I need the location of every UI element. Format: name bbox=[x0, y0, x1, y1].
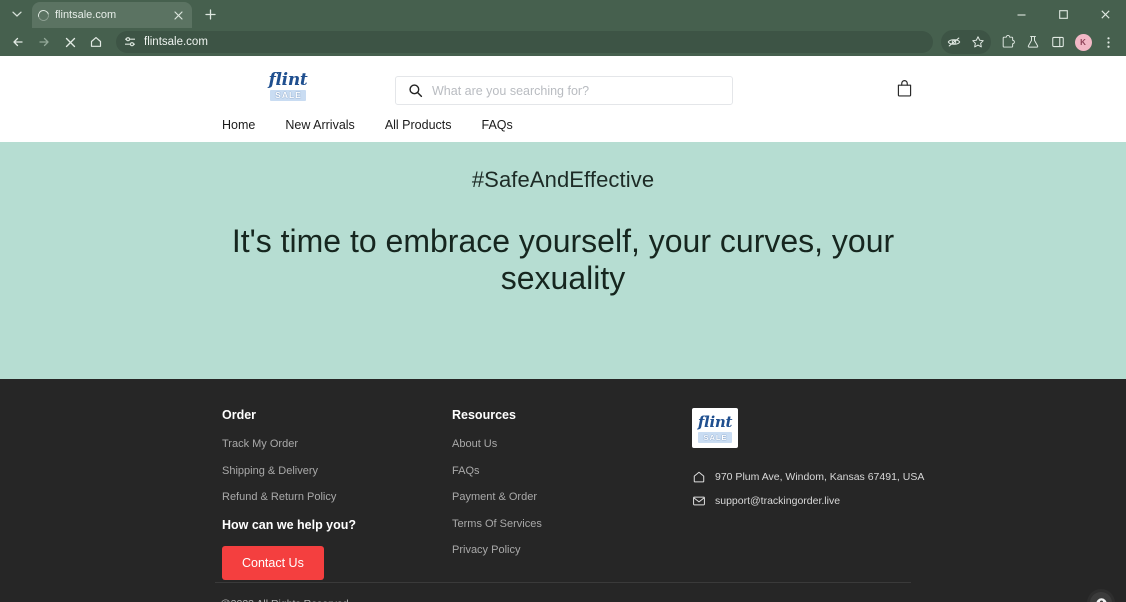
site-logo[interactable]: flint SALE bbox=[268, 72, 308, 101]
hero-tagline: #SafeAndEffective bbox=[471, 167, 655, 192]
tab-search-button[interactable] bbox=[4, 2, 30, 26]
footer-copyright: @2023 All Rights Reserved bbox=[220, 598, 349, 602]
footer-help-title: How can we help you? bbox=[222, 518, 357, 532]
logo-badge: SALE bbox=[270, 90, 306, 101]
window-controls bbox=[1000, 0, 1126, 28]
side-panel-icon[interactable] bbox=[1046, 30, 1070, 54]
window-close-icon[interactable] bbox=[1084, 0, 1126, 28]
chrome-menu-icon[interactable] bbox=[1096, 30, 1120, 54]
footer-email[interactable]: support@trackingorder.live bbox=[715, 495, 840, 507]
extensions-icon[interactable] bbox=[996, 30, 1020, 54]
footer-divider bbox=[215, 582, 911, 583]
page-content: flint SALE What are you searching for? H… bbox=[0, 56, 1126, 602]
shopping-bag-icon[interactable] bbox=[895, 79, 914, 98]
profile-avatar[interactable]: K bbox=[1071, 30, 1095, 54]
site-nav: Home New Arrivals All Products FAQs bbox=[0, 118, 1126, 142]
stop-loading-icon[interactable] bbox=[58, 30, 82, 54]
new-tab-button[interactable] bbox=[198, 2, 222, 26]
footer-logo[interactable]: flint SALE bbox=[692, 408, 738, 448]
browser-tab[interactable]: flintsale.com bbox=[32, 2, 192, 28]
chat-widget-icon[interactable] bbox=[1090, 592, 1112, 602]
nav-link-home[interactable]: Home bbox=[222, 118, 255, 132]
forward-arrow-icon[interactable] bbox=[32, 30, 56, 54]
browser-toolbar: flintsale.com K bbox=[0, 28, 1126, 56]
footer-logo-wordmark: flint bbox=[697, 413, 733, 431]
address-bar[interactable]: flintsale.com bbox=[116, 31, 933, 53]
envelope-icon bbox=[692, 494, 706, 508]
bookmark-star-icon[interactable] bbox=[966, 30, 990, 54]
footer-link-track-my-order[interactable]: Track My Order bbox=[222, 438, 452, 450]
url-text: flintsale.com bbox=[144, 36, 208, 48]
site-header: flint SALE What are you searching for? H… bbox=[0, 56, 1126, 142]
footer-link-faqs[interactable]: FAQs bbox=[452, 465, 692, 477]
avatar-initial: K bbox=[1074, 33, 1092, 51]
search-icon bbox=[408, 83, 423, 98]
tab-strip: flintsale.com bbox=[0, 0, 1126, 28]
footer-link-payment-order[interactable]: Payment & Order bbox=[452, 491, 692, 503]
minimize-icon[interactable] bbox=[1000, 0, 1042, 28]
contact-us-button[interactable]: Contact Us bbox=[222, 546, 324, 580]
footer-address: 970 Plum Ave, Windom, Kansas 67491, USA bbox=[715, 471, 925, 483]
tracking-protection-icon[interactable] bbox=[942, 30, 966, 54]
footer-email-line: support@trackingorder.live bbox=[692, 494, 924, 508]
hero-section: #SafeAndEffective It's time to embrace y… bbox=[0, 142, 1126, 379]
footer-column-brand: flint SALE 970 Plum Ave, Windom, Kansas … bbox=[692, 408, 924, 580]
nav-link-faqs[interactable]: FAQs bbox=[482, 118, 513, 132]
logo-wordmark: flint bbox=[268, 70, 308, 90]
maximize-icon[interactable] bbox=[1042, 0, 1084, 28]
header-row: flint SALE What are you searching for? bbox=[0, 66, 1126, 118]
footer-column-resources: Resources About Us FAQs Payment & Order … bbox=[452, 408, 692, 580]
lab-flask-icon[interactable] bbox=[1021, 30, 1045, 54]
footer-link-refund-return-policy[interactable]: Refund & Return Policy bbox=[222, 491, 452, 503]
footer-logo-badge: SALE bbox=[698, 432, 732, 443]
footer-column-order: Order Track My Order Shipping & Delivery… bbox=[222, 408, 452, 580]
footer-address-line: 970 Plum Ave, Windom, Kansas 67491, USA bbox=[692, 470, 924, 484]
spinner-icon bbox=[35, 7, 52, 23]
home-icon bbox=[692, 470, 706, 484]
search-input[interactable]: What are you searching for? bbox=[432, 84, 589, 98]
footer-link-shipping-delivery[interactable]: Shipping & Delivery bbox=[222, 465, 452, 477]
nav-link-all-products[interactable]: All Products bbox=[385, 118, 452, 132]
search-bar[interactable]: What are you searching for? bbox=[395, 76, 733, 105]
footer-link-privacy-policy[interactable]: Privacy Policy bbox=[452, 544, 692, 556]
footer-link-terms-of-services[interactable]: Terms Of Services bbox=[452, 518, 692, 530]
toolbar-actions: K bbox=[941, 30, 1120, 54]
back-arrow-icon[interactable] bbox=[6, 30, 30, 54]
nav-link-new-arrivals[interactable]: New Arrivals bbox=[285, 118, 354, 132]
close-icon[interactable] bbox=[170, 7, 186, 23]
footer-columns: Order Track My Order Shipping & Delivery… bbox=[0, 379, 1126, 580]
home-icon[interactable] bbox=[84, 30, 108, 54]
site-footer: Order Track My Order Shipping & Delivery… bbox=[0, 379, 1126, 602]
tab-title: flintsale.com bbox=[55, 9, 117, 21]
footer-order-title: Order bbox=[222, 408, 257, 422]
browser-window: flintsale.com flintsale.com K flint SALE… bbox=[0, 0, 1126, 602]
footer-resources-title: Resources bbox=[452, 408, 516, 422]
footer-link-about-us[interactable]: About Us bbox=[452, 438, 692, 450]
hero-headline: It's time to embrace yourself, your curv… bbox=[231, 223, 895, 296]
tune-icon[interactable] bbox=[124, 36, 136, 48]
